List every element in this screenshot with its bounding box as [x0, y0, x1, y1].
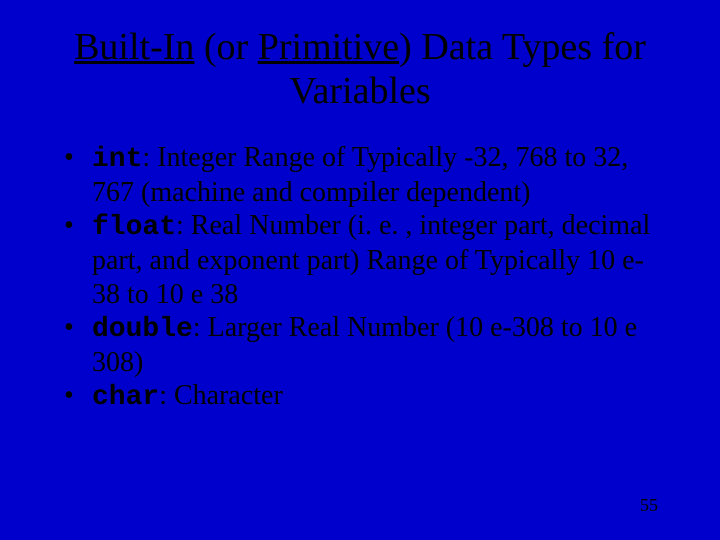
list-item-body: int: Integer Range of Typically -32, 768…	[92, 141, 658, 209]
slide-title: Built-In (or Primitive) Data Types for V…	[0, 0, 720, 113]
list-item-body: float: Real Number (i. e. , integer part…	[92, 209, 658, 310]
bullet-dot: •	[62, 141, 92, 209]
bullet-dot: •	[62, 209, 92, 310]
list-item-body: double: Larger Real Number (10 e-308 to …	[92, 311, 658, 379]
title-text-2: (or	[194, 26, 257, 68]
page-number: 55	[640, 495, 658, 516]
int-description: : Integer Range of Typically -32, 768 to…	[92, 142, 628, 208]
keyword-char: char	[92, 382, 159, 413]
title-underline-3: Primitive	[258, 26, 399, 68]
bullet-list: • int: Integer Range of Typically -32, 7…	[0, 113, 720, 413]
title-underline-1: Built-In	[74, 26, 194, 68]
list-item: • char: Character	[62, 379, 658, 414]
keyword-double: double	[92, 314, 193, 345]
bullet-dot: •	[62, 311, 92, 379]
bullet-dot: •	[62, 379, 92, 414]
list-item-body: char: Character	[92, 379, 658, 414]
list-item: • double: Larger Real Number (10 e-308 t…	[62, 311, 658, 379]
keyword-float: float	[92, 212, 176, 243]
char-description: : Character	[159, 380, 283, 411]
list-item: • float: Real Number (i. e. , integer pa…	[62, 209, 658, 310]
keyword-int: int	[92, 144, 142, 175]
list-item: • int: Integer Range of Typically -32, 7…	[62, 141, 658, 209]
float-description: : Real Number (i. e. , integer part, dec…	[92, 210, 650, 309]
